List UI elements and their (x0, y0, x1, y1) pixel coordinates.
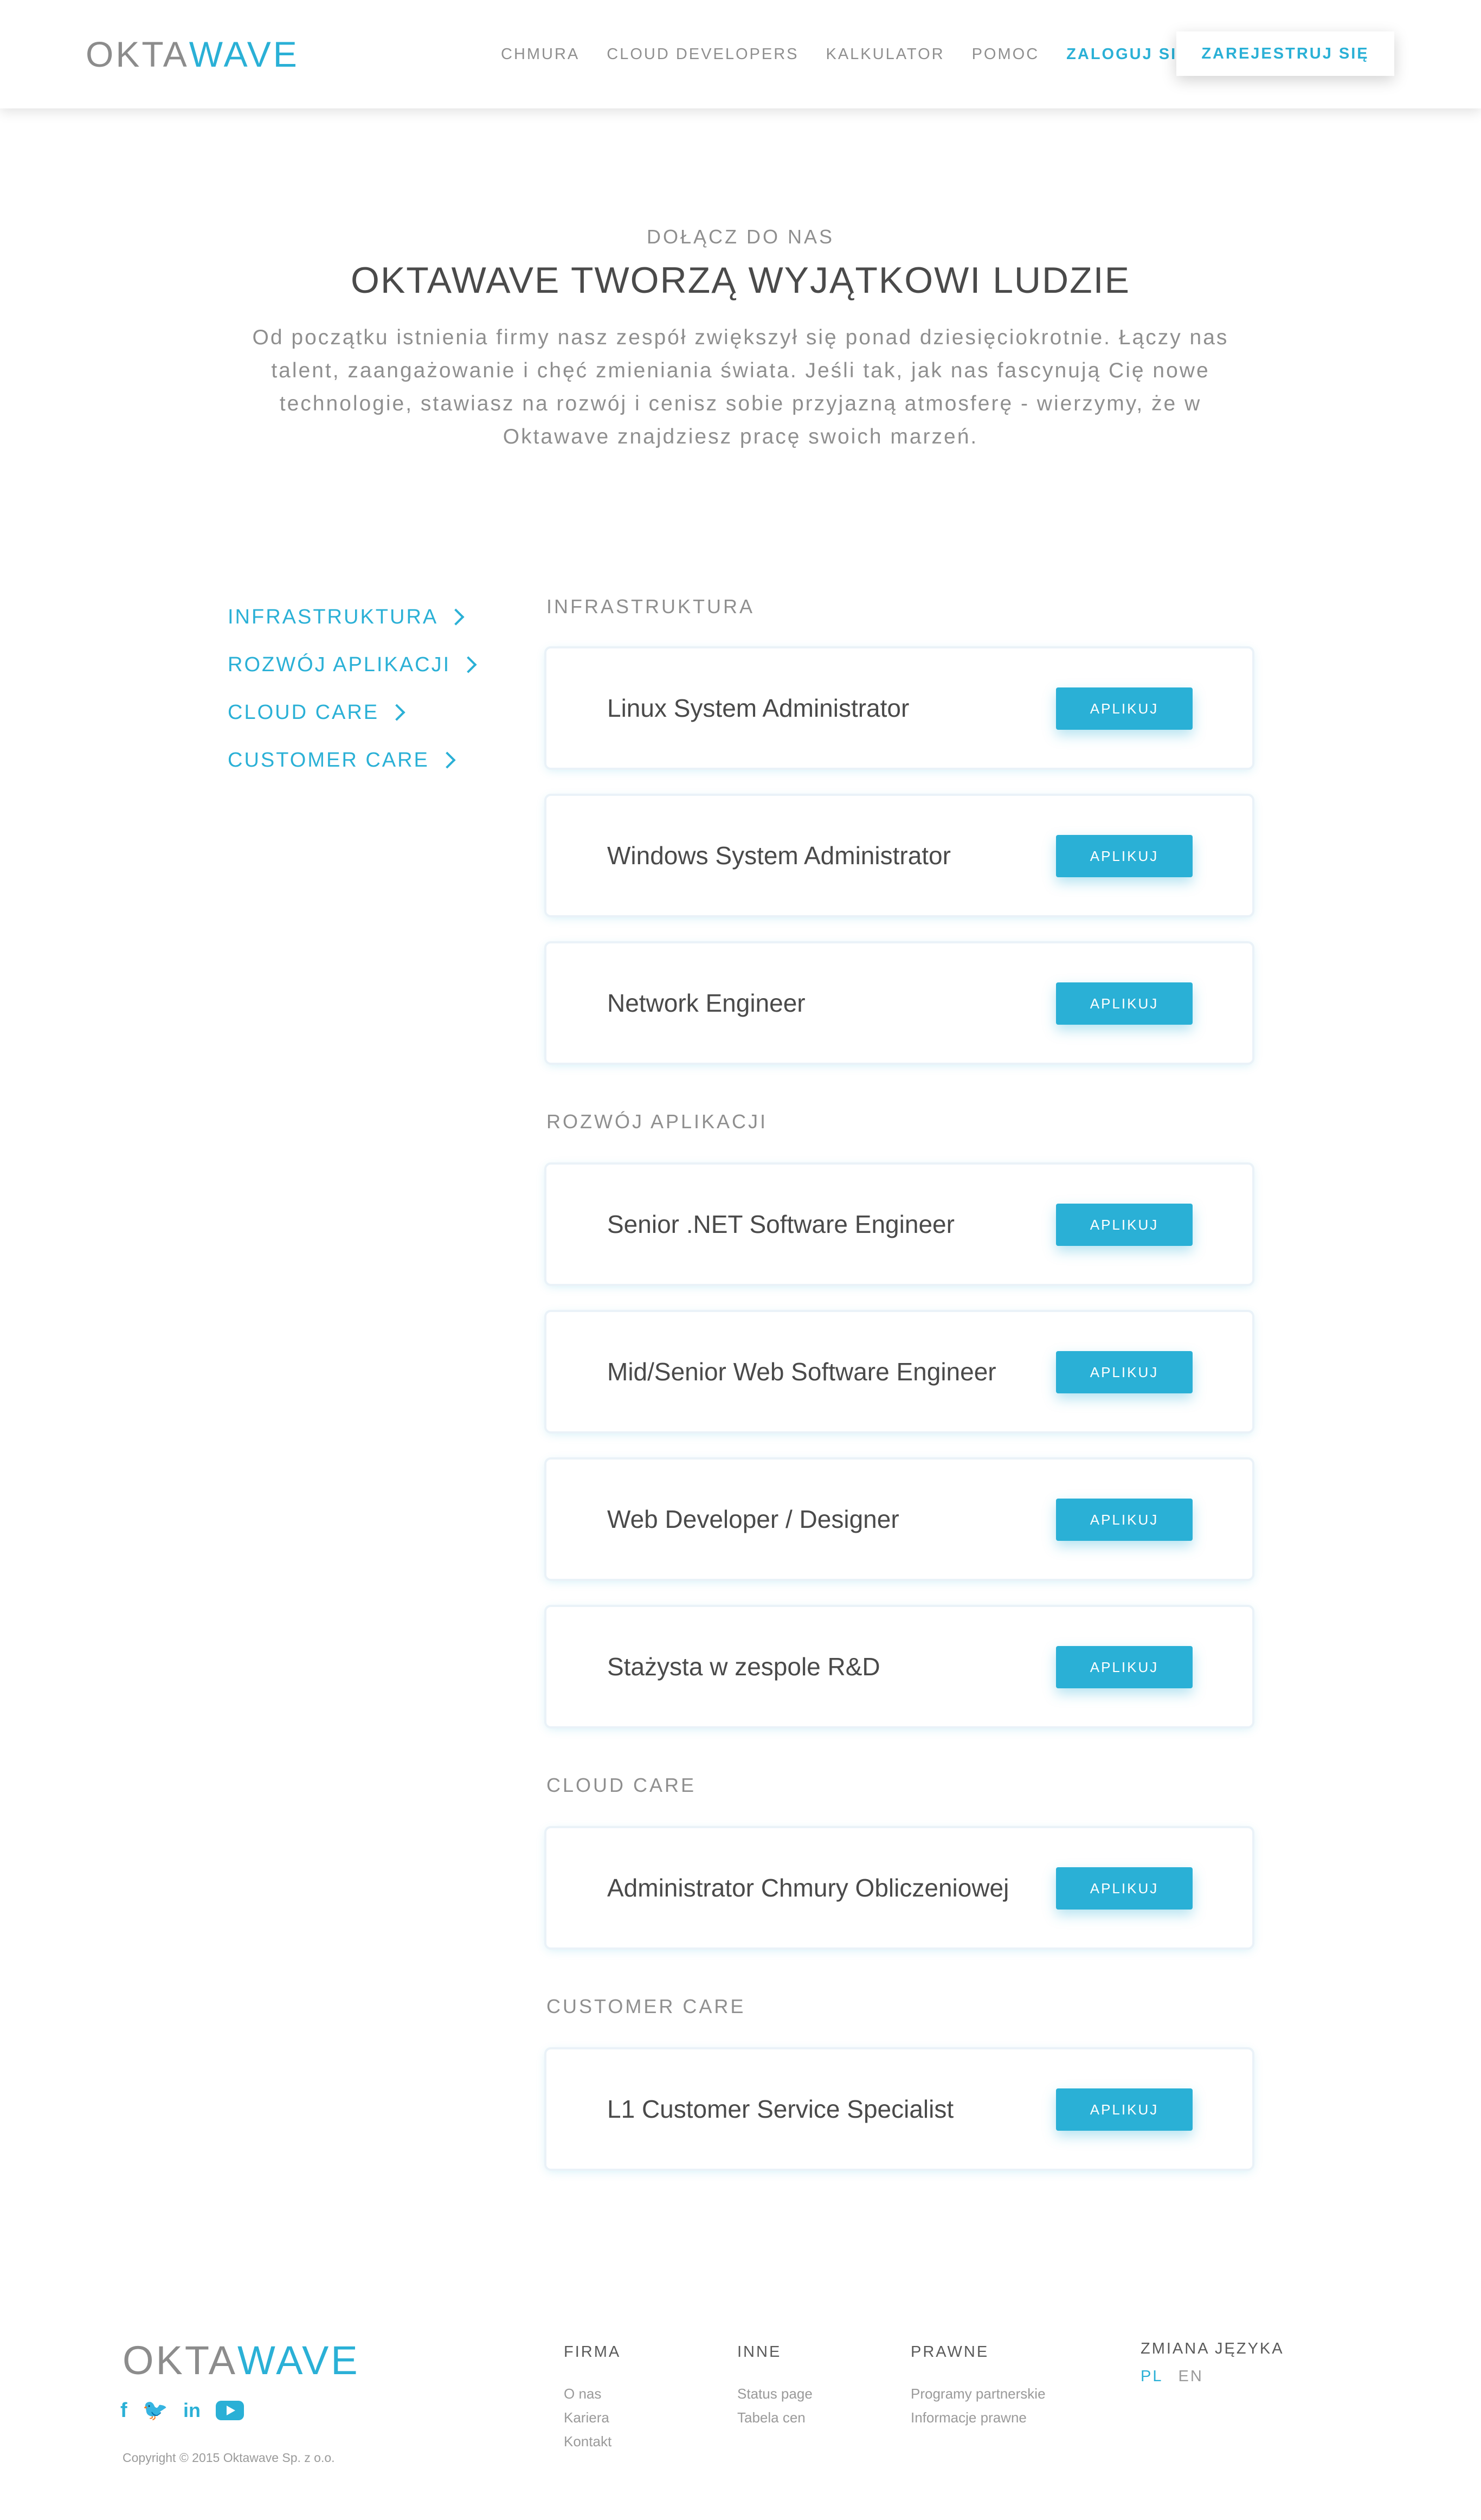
job-card: Linux System Administrator APLIKUJ (546, 648, 1252, 768)
logo-part-wave: WAVE (237, 2338, 360, 2383)
twitter-icon[interactable]: 🐦 (143, 2399, 168, 2422)
logo-part-wave: WAVE (189, 34, 299, 74)
apply-button[interactable]: APLIKUJ (1056, 835, 1193, 877)
logo-part-okta: OKTA (86, 34, 189, 74)
job-title: Senior .NET Software Engineer (607, 1210, 955, 1238)
facebook-icon[interactable]: f (120, 2399, 127, 2422)
section-title-cloud-care: CLOUD CARE (546, 1774, 697, 1796)
section-title-rozwoj-aplikacji: ROZWÓJ APLIKACJI (546, 1110, 768, 1133)
apply-button[interactable]: APLIKUJ (1056, 1499, 1193, 1541)
apply-button[interactable]: APLIKUJ (1056, 1204, 1193, 1246)
job-title: Administrator Chmury Obliczeniowej (607, 1874, 1009, 1902)
chevron-right-icon (447, 608, 465, 626)
footer-column-title: PRAWNE (911, 2343, 989, 2361)
category-sidebar: INFRASTRUKTURA ROZWÓJ APLIKACJI CLOUD CA… (228, 593, 477, 784)
footer-column-firma: FIRMA O nas Kariera Kontakt (564, 2343, 621, 2453)
footer-link-o-nas[interactable]: O nas (564, 2382, 621, 2406)
section-title-customer-care: CUSTOMER CARE (546, 1995, 746, 2017)
footer-link-status-page[interactable]: Status page (737, 2382, 813, 2406)
footer-link-informacje-prawne[interactable]: Informacje prawne (911, 2406, 1046, 2429)
footer-column-title: INNE (737, 2343, 782, 2361)
footer-link-kariera[interactable]: Kariera (564, 2406, 621, 2429)
hero-description: Od początku istnienia firmy nasz zespół … (252, 326, 1229, 448)
sidebar-item-customer-care[interactable]: CUSTOMER CARE (228, 736, 474, 784)
job-card: Stażysta w zespole R&D APLIKUJ (546, 1607, 1252, 1726)
main-nav: CHMURA CLOUD DEVELOPERS KALKULATOR POMOC… (501, 43, 1216, 65)
language-switcher: ZMIANA JĘZYKA PL EN (1141, 2340, 1284, 2386)
apply-button[interactable]: APLIKUJ (1056, 687, 1193, 730)
login-link[interactable]: ZALOGUJ SIĘ (1066, 43, 1189, 65)
footer-column-prawne: PRAWNE Programy partnerskie Informacje p… (911, 2343, 1046, 2429)
apply-button[interactable]: APLIKUJ (1056, 1646, 1193, 1688)
sidebar-item-label: CLOUD CARE (228, 700, 379, 724)
register-button[interactable]: ZAREJESTRUJ SIĘ (1176, 31, 1394, 76)
apply-button[interactable]: APLIKUJ (1056, 1867, 1193, 1910)
linkedin-icon[interactable]: in (183, 2399, 201, 2422)
job-card: L1 Customer Service Specialist APLIKUJ (546, 2049, 1252, 2169)
job-card: Senior .NET Software Engineer APLIKUJ (546, 1165, 1252, 1284)
language-pl[interactable]: PL (1141, 2368, 1163, 2386)
nav-pomoc[interactable]: POMOC (972, 43, 1040, 65)
chevron-right-icon (460, 656, 477, 673)
sidebar-item-label: CUSTOMER CARE (228, 748, 429, 772)
copyright: Copyright © 2015 Oktawave Sp. z o.o. (123, 2451, 335, 2465)
footer-link-tabela-cen[interactable]: Tabela cen (737, 2406, 813, 2429)
chevron-right-icon (388, 704, 405, 721)
job-title: Linux System Administrator (607, 694, 910, 722)
nav-cloud-developers[interactable]: CLOUD DEVELOPERS (607, 43, 799, 65)
logo[interactable]: OKTA WAVE (86, 34, 299, 75)
job-card: Mid/Senior Web Software Engineer APLIKUJ (546, 1312, 1252, 1431)
language-title: ZMIANA JĘZYKA (1141, 2340, 1284, 2357)
apply-button[interactable]: APLIKUJ (1056, 2088, 1193, 2131)
chevron-right-icon (439, 751, 456, 769)
youtube-icon[interactable] (215, 2401, 244, 2420)
site-header: OKTA WAVE CHMURA CLOUD DEVELOPERS KALKULA… (0, 0, 1481, 108)
job-card: Web Developer / Designer APLIKUJ (546, 1460, 1252, 1579)
sidebar-item-cloud-care[interactable]: CLOUD CARE (228, 689, 474, 736)
sidebar-item-rozwoj-aplikacji[interactable]: ROZWÓJ APLIKACJI (228, 641, 477, 689)
section-title-infrastruktura: INFRASTRUKTURA (546, 595, 755, 618)
footer-link-programy-partnerskie[interactable]: Programy partnerskie (911, 2382, 1046, 2406)
footer-link-kontakt[interactable]: Kontakt (564, 2429, 621, 2453)
social-links: f 🐦 in (120, 2399, 259, 2422)
sidebar-item-infrastruktura[interactable]: INFRASTRUKTURA (228, 593, 474, 641)
job-title: Web Developer / Designer (607, 1505, 899, 1533)
job-card: Windows System Administrator APLIKUJ (546, 796, 1252, 915)
language-en[interactable]: EN (1178, 2368, 1203, 2386)
nav-kalkulator[interactable]: KALKULATOR (826, 43, 944, 65)
language-options: PL EN (1141, 2368, 1284, 2386)
footer-logo[interactable]: OKTA WAVE (123, 2338, 360, 2383)
job-card: Administrator Chmury Obliczeniowej APLIK… (546, 1828, 1252, 1947)
logo-part-okta: OKTA (123, 2338, 237, 2383)
hero-kicker: DOŁĄCZ DO NAS (646, 226, 835, 248)
footer-column-title: FIRMA (564, 2343, 621, 2361)
job-title: Stażysta w zespole R&D (607, 1653, 880, 1681)
apply-button[interactable]: APLIKUJ (1056, 1351, 1193, 1393)
page-title: OKTAWAVE TWORZĄ WYJĄTKOWI LUDZIE (351, 260, 1130, 301)
nav-chmura[interactable]: CHMURA (501, 43, 579, 65)
sidebar-item-label: ROZWÓJ APLIKACJI (228, 653, 451, 676)
job-title: Mid/Senior Web Software Engineer (607, 1358, 996, 1386)
sidebar-item-label: INFRASTRUKTURA (228, 605, 439, 628)
job-card: Network Engineer APLIKUJ (546, 943, 1252, 1063)
job-title: Network Engineer (607, 989, 806, 1017)
footer-column-inne: INNE Status page Tabela cen (737, 2343, 813, 2429)
job-title: Windows System Administrator (607, 841, 951, 870)
job-title: L1 Customer Service Specialist (607, 2095, 954, 2123)
apply-button[interactable]: APLIKUJ (1056, 982, 1193, 1025)
